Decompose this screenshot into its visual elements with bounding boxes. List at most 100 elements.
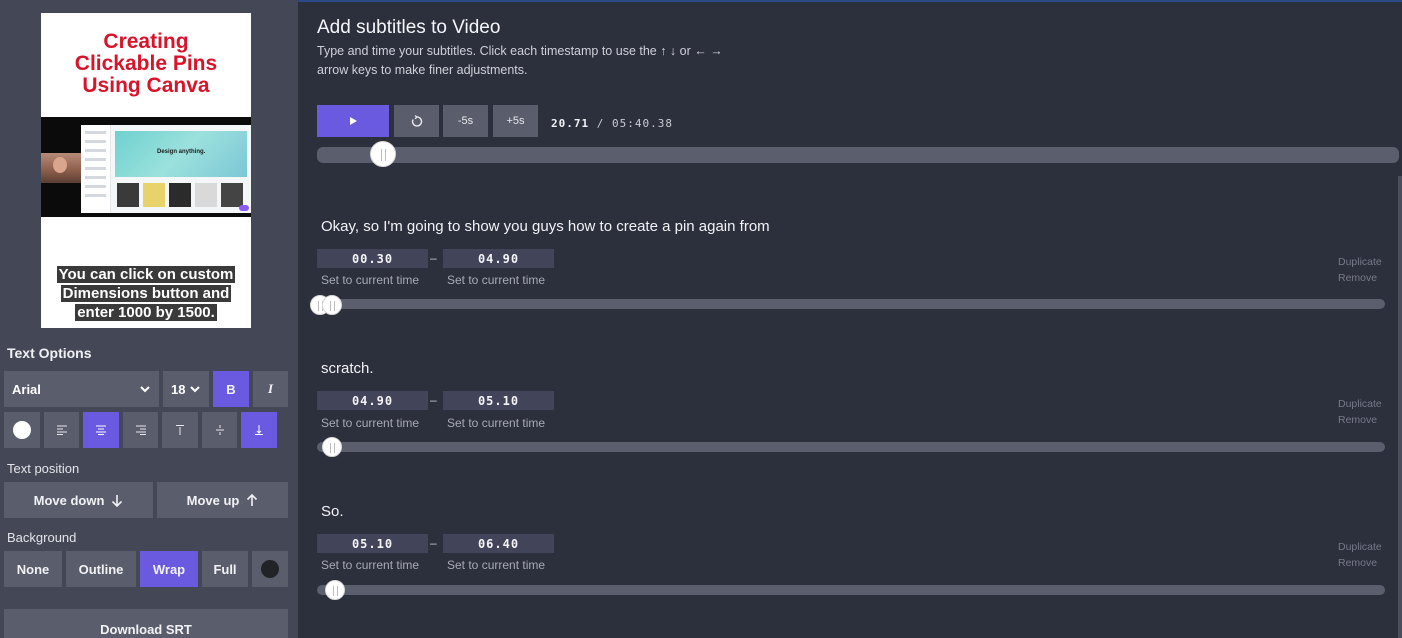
align-left-icon (56, 425, 67, 435)
set-end-current-link[interactable]: Set to current time (447, 273, 545, 287)
start-time-field[interactable]: 00.30 (317, 249, 428, 268)
duplicate-link[interactable]: Duplicate (1338, 256, 1382, 268)
webcam-thumbnail (41, 153, 81, 183)
arrow-down-icon (112, 494, 123, 507)
chevron-down-icon (190, 386, 200, 393)
end-time-field[interactable]: 06.40 (443, 534, 554, 553)
download-srt-label: Download SRT (100, 621, 192, 637)
pin-title: Creating Clickable Pins Using Canva (41, 31, 251, 97)
align-center-button[interactable] (83, 412, 119, 448)
set-start-current-link[interactable]: Set to current time (321, 273, 419, 287)
arrow-up-icon (247, 493, 258, 506)
color-swatch-icon (261, 560, 279, 578)
background-none-label: None (16, 561, 50, 577)
set-end-current-link[interactable]: Set to current time (447, 558, 545, 572)
move-down-button[interactable]: Move down (4, 482, 153, 518)
background-outline-button[interactable]: Outline (66, 551, 136, 587)
range-handle[interactable] (325, 580, 345, 600)
duplicate-link[interactable]: Duplicate (1338, 398, 1382, 410)
rewind-5s-label: -5s (457, 115, 474, 127)
text-color-button[interactable] (4, 412, 40, 448)
align-bottom-icon (255, 425, 263, 435)
time-dash: – (430, 536, 437, 550)
play-icon (349, 117, 357, 125)
start-time-field[interactable]: 04.90 (317, 391, 428, 410)
time-dash: – (430, 251, 437, 265)
duplicate-link[interactable]: Duplicate (1338, 541, 1382, 553)
range-handle[interactable] (322, 437, 342, 457)
align-left-button[interactable] (44, 412, 79, 448)
bold-label: B (226, 381, 236, 397)
background-outline-label: Outline (78, 561, 124, 577)
subtitle-caption: You can click on custom Dimensions butto… (41, 265, 251, 322)
forward-5s-button[interactable]: +5s (493, 105, 538, 137)
caption-line: Dimensions button and (60, 285, 232, 302)
align-right-icon (135, 425, 146, 435)
move-up-label: Move up (186, 492, 240, 508)
instructions-line: arrow keys to make finer adjustments. (317, 63, 528, 77)
color-swatch-icon (13, 421, 31, 439)
screen-capture: Design anything. (81, 125, 251, 213)
background-none-button[interactable]: None (4, 551, 62, 587)
background-wrap-button[interactable]: Wrap (140, 551, 198, 587)
valign-top-button[interactable] (162, 412, 198, 448)
subtitle-range-track[interactable] (317, 299, 1385, 309)
move-up-button[interactable]: Move up (157, 482, 288, 518)
pin-title-line: Using Canva (82, 74, 210, 97)
align-top-icon (176, 425, 184, 435)
download-srt-button[interactable]: Download SRT (4, 609, 288, 638)
restart-button[interactable] (394, 105, 439, 137)
play-button[interactable] (317, 105, 389, 137)
align-middle-icon (215, 425, 224, 435)
set-start-current-link[interactable]: Set to current time (321, 416, 419, 430)
total-time: 05:40.38 (612, 117, 673, 130)
canva-banner: Design anything. (115, 131, 247, 177)
instructions-line: Type and time your subtitles. Click each… (317, 44, 723, 58)
left-panel: Creating Clickable Pins Using Canva Desi… (0, 0, 298, 638)
page-instructions: Type and time your subtitles. Click each… (317, 42, 767, 80)
video-preview: Creating Clickable Pins Using Canva Desi… (41, 13, 251, 328)
subtitle-text[interactable]: So. (321, 503, 344, 520)
forward-5s-label: +5s (506, 115, 525, 127)
pin-title-line: Creating (103, 30, 189, 53)
playback-seek-bar[interactable] (317, 147, 1399, 163)
top-accent-line (298, 0, 1402, 2)
set-start-current-link[interactable]: Set to current time (321, 558, 419, 572)
chevron-down-icon (140, 386, 150, 393)
move-down-label: Move down (33, 492, 105, 508)
background-full-button[interactable]: Full (202, 551, 248, 587)
end-time-field[interactable]: 04.90 (443, 249, 554, 268)
background-wrap-label: Wrap (152, 561, 186, 577)
caption-line: enter 1000 by 1500. (75, 304, 217, 321)
remove-link[interactable]: Remove (1338, 557, 1377, 569)
end-time-field[interactable]: 05.10 (443, 391, 554, 410)
start-time-field[interactable]: 05.10 (317, 534, 428, 553)
time-display: 20.71 / 05:40.38 (551, 117, 673, 130)
caption-line: You can click on custom (56, 266, 236, 283)
font-size-select[interactable]: 18 (163, 371, 209, 407)
set-end-current-link[interactable]: Set to current time (447, 416, 545, 430)
valign-middle-button[interactable] (202, 412, 237, 448)
align-right-button[interactable] (123, 412, 158, 448)
current-time: 20.71 (551, 117, 590, 130)
italic-label: I (267, 381, 274, 396)
remove-link[interactable]: Remove (1338, 414, 1377, 426)
time-dash: – (430, 393, 437, 407)
scrollbar[interactable] (1398, 176, 1402, 638)
range-end-handle[interactable] (322, 295, 342, 315)
text-position-heading: Text position (7, 461, 80, 476)
seek-handle[interactable] (369, 141, 396, 167)
subtitle-text[interactable]: Okay, so I'm going to show you guys how … (321, 218, 770, 235)
remove-link[interactable]: Remove (1338, 272, 1377, 284)
subtitle-text[interactable]: scratch. (321, 360, 374, 377)
bold-button[interactable]: B (213, 371, 249, 407)
background-color-button[interactable] (252, 551, 288, 587)
banner-text: Design anything. (157, 149, 206, 155)
valign-bottom-button[interactable] (241, 412, 277, 448)
italic-button[interactable]: I (253, 371, 288, 407)
font-select-value: Arial (12, 381, 41, 397)
rewind-5s-button[interactable]: -5s (443, 105, 488, 137)
subtitle-range-track[interactable] (317, 585, 1385, 595)
subtitle-range-track[interactable] (317, 442, 1385, 452)
font-select[interactable]: Arial (4, 371, 159, 407)
